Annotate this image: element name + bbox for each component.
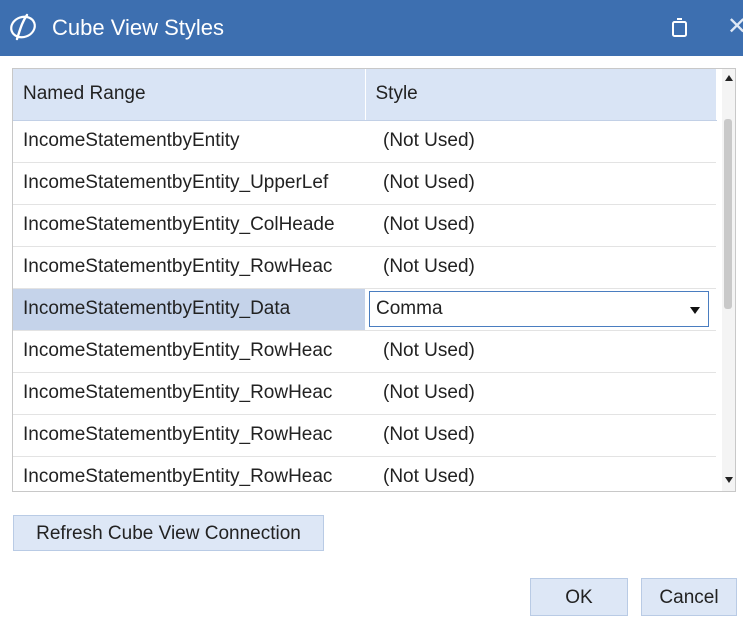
style-cell[interactable]: (Not Used) [365, 120, 716, 163]
column-header-style[interactable]: Style [365, 69, 717, 121]
style-dropdown-value: Comma [376, 298, 443, 319]
style-cell[interactable]: (Not Used) [365, 456, 716, 491]
named-range-table: Named Range Style IncomeStatementbyEntit… [13, 69, 717, 491]
style-cell[interactable]: (Not Used) [365, 330, 716, 373]
style-dropdown[interactable]: Comma [369, 291, 709, 327]
table-row-selected[interactable]: IncomeStatementbyEntity_Data Comma [13, 288, 716, 331]
scroll-down-arrow-icon[interactable] [725, 477, 733, 483]
column-header-named-range[interactable]: Named Range [13, 69, 366, 121]
table-row[interactable]: IncomeStatementbyEntity_RowHeac (Not Use… [13, 372, 716, 415]
cube-view-styles-dialog: Cube View Styles ✕ Named Range Style Inc… [0, 0, 743, 622]
window-title: Cube View Styles [52, 15, 225, 40]
table-row[interactable]: IncomeStatementbyEntity (Not Used) [13, 120, 716, 163]
style-cell[interactable]: (Not Used) [365, 414, 716, 457]
named-range-cell[interactable]: IncomeStatementbyEntity_RowHeac [13, 372, 365, 415]
named-range-cell[interactable]: IncomeStatementbyEntity_RowHeac [13, 330, 365, 373]
table-row[interactable]: IncomeStatementbyEntity_RowHeac (Not Use… [13, 414, 716, 457]
title-bar: Cube View Styles ✕ [0, 0, 743, 56]
restore-icon[interactable] [670, 16, 690, 38]
style-cell[interactable]: (Not Used) [365, 246, 716, 289]
close-icon[interactable]: ✕ [727, 14, 743, 40]
chevron-down-icon[interactable] [690, 307, 700, 314]
named-range-cell[interactable]: IncomeStatementbyEntity_Data [13, 288, 365, 331]
table-row[interactable]: IncomeStatementbyEntity_RowHeac (Not Use… [13, 330, 716, 373]
ok-button[interactable]: OK [530, 578, 628, 616]
named-range-cell[interactable]: IncomeStatementbyEntity [13, 120, 365, 163]
named-range-cell[interactable]: IncomeStatementbyEntity_RowHeac [13, 246, 365, 289]
cancel-button[interactable]: Cancel [641, 578, 737, 616]
scroll-up-arrow-icon[interactable] [725, 75, 733, 81]
named-range-cell[interactable]: IncomeStatementbyEntity_RowHeac [13, 414, 365, 457]
refresh-cube-view-connection-button[interactable]: Refresh Cube View Connection [13, 515, 324, 551]
style-cell[interactable]: (Not Used) [365, 204, 716, 247]
table-row[interactable]: IncomeStatementbyEntity_RowHeac (Not Use… [13, 456, 716, 491]
table-row[interactable]: IncomeStatementbyEntity_ColHeade (Not Us… [13, 204, 716, 247]
style-cell-editor: Comma [365, 288, 716, 331]
table-row[interactable]: IncomeStatementbyEntity_RowHeac (Not Use… [13, 246, 716, 289]
scrollbar-thumb[interactable] [724, 119, 732, 309]
named-range-cell[interactable]: IncomeStatementbyEntity_RowHeac [13, 456, 365, 491]
vertical-scrollbar[interactable] [722, 69, 735, 491]
named-range-grid: Named Range Style IncomeStatementbyEntit… [12, 68, 736, 492]
table-header-row: Named Range Style [13, 69, 717, 121]
app-logo-icon [10, 13, 36, 41]
table-row[interactable]: IncomeStatementbyEntity_UpperLef (Not Us… [13, 162, 716, 205]
named-range-cell[interactable]: IncomeStatementbyEntity_ColHeade [13, 204, 365, 247]
style-cell[interactable]: (Not Used) [365, 372, 716, 415]
style-cell[interactable]: (Not Used) [365, 162, 716, 205]
named-range-cell[interactable]: IncomeStatementbyEntity_UpperLef [13, 162, 365, 205]
